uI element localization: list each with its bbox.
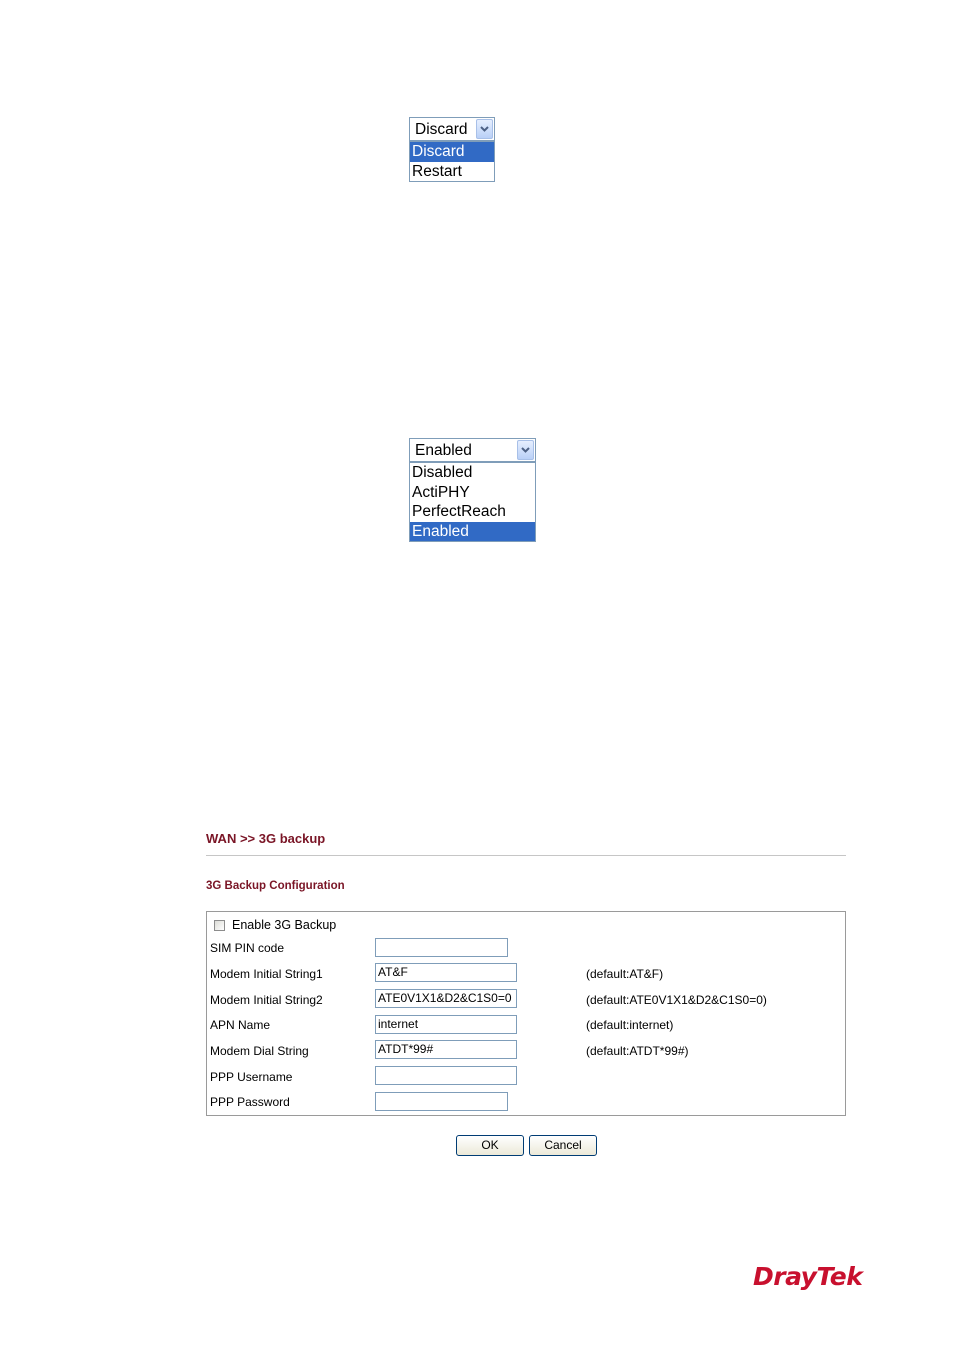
modem-dial-string-input[interactable]: ATDT*99# (375, 1040, 517, 1059)
config-table (206, 911, 846, 1116)
action-selected-value: Discard (415, 121, 468, 138)
action-select[interactable]: Discard (409, 117, 495, 141)
apn-name-default: (default:internet) (586, 1018, 674, 1032)
option-perfectreach[interactable]: PerfectReach (410, 502, 535, 522)
modem-init-string1-default: (default:AT&F) (586, 967, 664, 981)
action-options-list: Discard Restart (409, 141, 495, 182)
ppp-username-input[interactable] (375, 1066, 517, 1085)
divider (206, 855, 846, 856)
ppp-username-label: PPP Username (210, 1070, 293, 1084)
cancel-button[interactable]: Cancel (529, 1135, 597, 1156)
ppp-password-input[interactable] (375, 1092, 508, 1111)
modem-dial-string-default: (default:ATDT*99#) (586, 1044, 689, 1058)
modem-init-string2-default: (default:ATE0V1X1&D2&C1S0=0) (586, 993, 767, 1007)
sim-pin-label: SIM PIN code (210, 941, 285, 955)
ok-button[interactable]: OK (456, 1135, 524, 1156)
modem-init-string2-input[interactable]: ATE0V1X1&D2&C1S0=0 (375, 989, 517, 1008)
phy-mode-select[interactable]: Enabled (409, 438, 536, 462)
option-disabled[interactable]: Disabled (410, 463, 535, 483)
phy-mode-selected-value: Enabled (415, 442, 472, 459)
action-dropdown[interactable]: Discard Discard Restart (409, 117, 495, 185)
apn-name-input[interactable]: internet (375, 1015, 517, 1034)
option-restart[interactable]: Restart (410, 162, 494, 182)
option-enabled[interactable]: Enabled (410, 521, 535, 541)
draytek-logo: DrayTek (753, 1262, 863, 1291)
section-title: 3G Backup Configuration (206, 880, 345, 892)
option-discard[interactable]: Discard (410, 142, 494, 162)
breadcrumb: WAN >> 3G backup (206, 831, 326, 846)
phy-mode-dropdown[interactable]: Enabled Disabled ActiPHY PerfectReach En… (409, 438, 536, 545)
chevron-down-icon[interactable] (476, 119, 493, 139)
phy-mode-options-list: Disabled ActiPHY PerfectReach Enabled (409, 462, 536, 542)
sim-pin-input[interactable] (375, 938, 508, 957)
ppp-password-label: PPP Password (210, 1095, 290, 1109)
modem-init-string1-input[interactable]: AT&F (375, 963, 517, 982)
modem-init-string1-label: Modem Initial String1 (210, 967, 323, 981)
enable-3g-backup-label: Enable 3G Backup (232, 918, 337, 932)
enable-3g-backup-checkbox[interactable] (214, 920, 225, 931)
option-actiphy[interactable]: ActiPHY (410, 483, 535, 503)
modem-dial-string-label: Modem Dial String (210, 1044, 309, 1058)
apn-name-label: APN Name (210, 1018, 271, 1032)
chevron-down-icon[interactable] (517, 440, 534, 460)
modem-init-string2-label: Modem Initial String2 (210, 993, 323, 1007)
